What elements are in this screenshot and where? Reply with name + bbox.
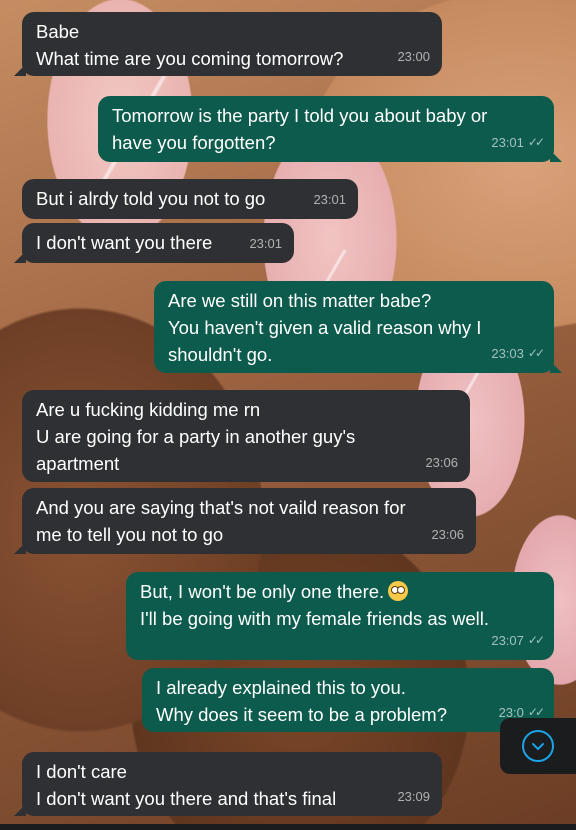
message-text: have you forgotten? [112,132,276,153]
read-receipt-icon: ✓✓ [527,135,545,149]
bottom-bar [0,824,576,830]
message-time: 23:06 [431,527,464,542]
message-text: I don't care [36,761,127,782]
message-text: Why does it seem to be a problem? [156,704,448,725]
read-receipt-icon: ✓✓ [527,346,545,360]
message-text: Are we still on this matter babe? [168,290,432,311]
message-bubble-incoming[interactable]: Babe What time are you coming tomorrow? … [14,12,442,76]
message-text: And you are saying that's not vaild reas… [36,497,406,518]
message-bubble-outgoing[interactable]: But, I won't be only one there. I'll be … [126,572,554,660]
scroll-to-bottom-button[interactable] [500,718,576,774]
message-text: apartment [36,453,120,474]
message-text: But, I won't be only one there. [140,578,540,605]
message-text: Are u fucking kidding me rn [36,399,261,420]
message-text: What time are you coming tomorrow? [36,48,344,69]
message-text: me to tell you not to go [36,524,224,545]
message-text: shouldn't go. [168,344,273,365]
message-bubble-outgoing[interactable]: Are we still on this matter babe? You ha… [154,281,562,373]
message-text: Tomorrow is the party I told you about b… [112,105,488,126]
message-text: But i alrdy told you not to go [36,188,266,209]
read-receipt-icon: ✓✓ [527,633,545,647]
message-bubble-incoming[interactable]: But i alrdy told you not to go 23:01 [22,179,358,219]
rolling-eyes-emoji [388,581,409,601]
message-bubble-incoming[interactable]: And you are saying that's not vaild reas… [14,488,476,554]
message-text: I don't want you there and that's final [36,788,337,809]
message-time: 23:07 [491,633,524,648]
message-time: 23:06 [425,455,458,470]
message-bubble-incoming[interactable]: I don't care I don't want you there and … [14,752,442,816]
message-text: You haven't given a valid reason why I [168,317,482,338]
message-bubble-incoming[interactable]: I don't want you there 23:01 [14,223,294,263]
message-text: U are going for a party in another guy's [36,426,356,447]
message-bubble-outgoing[interactable]: Tomorrow is the party I told you about b… [98,96,562,162]
message-text: I don't want you there [36,232,213,253]
message-time: 23:01 [313,192,346,207]
message-bubble-outgoing[interactable]: I already explained this to you. Why doe… [142,668,562,732]
message-text: I already explained this to you. [156,677,406,698]
message-time: 23:01 [491,135,524,150]
message-time: 23:01 [249,236,282,251]
message-text: Babe [36,21,80,42]
message-text: I'll be going with my female friends as … [140,608,490,629]
message-time: 23:09 [397,789,430,804]
message-bubble-incoming[interactable]: Are u fucking kidding me rn U are going … [22,390,470,482]
message-time: 23:03 [491,346,524,361]
message-time: 23:00 [397,49,430,64]
chevron-down-icon [522,730,554,762]
